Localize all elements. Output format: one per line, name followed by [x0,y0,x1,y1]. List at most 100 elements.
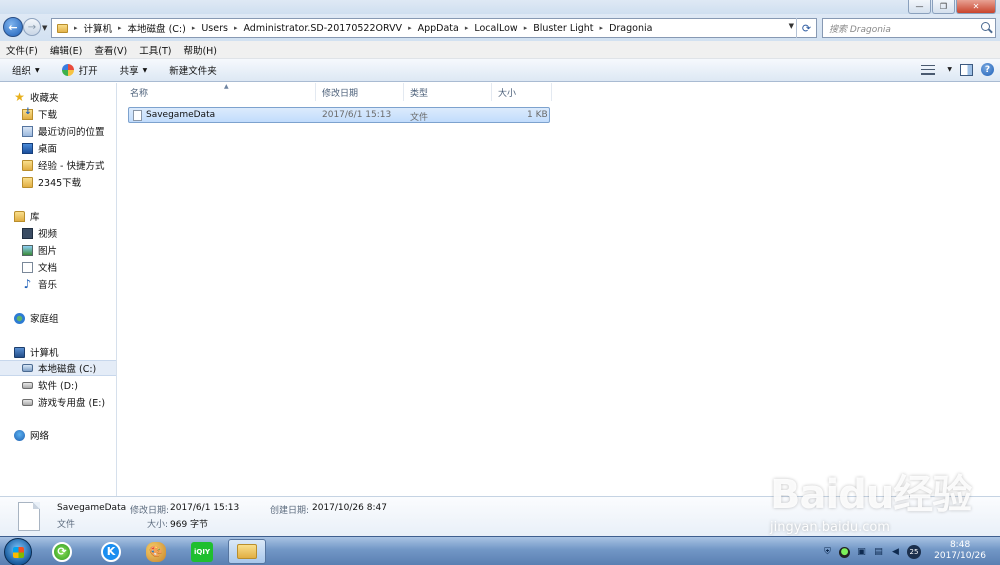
breadcrumb-separator[interactable]: ▸ [600,24,604,32]
breadcrumb-separator[interactable]: ▸ [118,24,122,32]
file-list: 名称 ▲ 修改日期 类型 大小 SavegameData 2017/6/1 15… [118,83,1000,496]
file-icon [18,502,40,531]
network-tray-icon[interactable]: ▣ [856,547,867,558]
menu-help[interactable]: 帮助(H) [177,43,223,57]
details-modified-value: 2017/6/1 15:13 [170,503,240,513]
nav-libraries[interactable]: 库 [14,208,130,224]
file-name: SavegameData [146,110,216,120]
address-bar[interactable]: ▸ 计算机 ▸ 本地磁盘 (C:) ▸ Users ▸ Administrato… [51,18,817,38]
taskbar: ⟳ K 🎨 iQIY ⛨ ● ▣ ▤ ◀ 25 8:48 2017/10/26 [0,536,1000,565]
nav-network[interactable]: 网络 [14,427,130,443]
tray-badge-icon[interactable]: 25 [907,545,921,559]
taskbar-app-paint[interactable]: 🎨 [142,539,170,564]
breadcrumb-appdata[interactable]: AppData [418,23,459,34]
clock[interactable]: 8:48 2017/10/26 [934,540,986,562]
column-header-type[interactable]: 类型 [404,83,492,101]
nav-recent-label: 最近访问的位置 [38,127,105,138]
iqiyi-app-icon: iQIY [191,541,213,562]
nav-computer[interactable]: 计算机 [14,344,130,360]
back-button[interactable]: ← [3,17,23,37]
nav-homegroup[interactable]: 家庭组 [14,310,130,326]
maximize-button[interactable]: ❐ [932,0,955,14]
menu-view[interactable]: 查看(V) [88,43,133,57]
breadcrumb-drive-c[interactable]: 本地磁盘 (C:) [128,21,186,35]
file-modified: 2017/6/1 15:13 [322,110,392,120]
volume-icon[interactable]: ◀ [890,547,901,558]
nav-drive-d-label: 软件 (D:) [38,381,78,392]
open-button[interactable]: 打开 [50,59,108,81]
nav-exp-shortcut-label: 经验 - 快捷方式 [38,161,105,172]
clock-time: 8:48 [949,540,971,550]
menu-tools[interactable]: 工具(T) [133,43,177,57]
shield-icon[interactable]: ⛨ [822,547,833,558]
chevron-down-icon: ▼ [35,66,40,74]
clock-date: 2017/10/26 [934,551,986,561]
k-app-icon: K [101,541,121,562]
details-modified-label: 修改日期: [130,506,170,516]
nav-network-label: 网络 [30,431,50,442]
breadcrumb-root-arrow[interactable]: ▸ [74,24,78,32]
refresh-app-icon: ⟳ [52,541,72,562]
column-header-size[interactable]: 大小 [492,83,552,101]
breadcrumb-bluster-light[interactable]: Bluster Light [533,23,593,34]
column-header-name[interactable]: 名称 ▲ [124,83,316,101]
explorer-folder-icon [237,544,257,559]
share-button[interactable]: 共享 ▼ [108,59,158,81]
share-label: 共享 [119,66,139,77]
menu-file[interactable]: 文件(F) [0,43,44,57]
file-icon [133,110,142,121]
breadcrumb-separator[interactable]: ▸ [192,24,196,32]
close-button[interactable]: ✕ [956,0,996,14]
new-folder-button[interactable]: 新建文件夹 [157,59,227,81]
menu-edit[interactable]: 编辑(E) [44,43,88,57]
display-icon[interactable]: ▤ [873,547,884,558]
breadcrumb-separator[interactable]: ▸ [408,24,412,32]
breadcrumb-locallow[interactable]: LocalLow [474,23,517,34]
library-icon [14,210,25,222]
minimize-button[interactable]: — [908,0,931,14]
nav-favorites-label: 收藏夹 [30,93,59,104]
taskbar-app-360[interactable]: ⟳ [48,539,76,564]
recent-pages-dropdown[interactable]: ▼ [42,24,47,32]
hard-drive-icon [22,398,33,406]
breadcrumb-dragonia[interactable]: Dragonia [609,23,652,34]
nav-videos-label: 视频 [38,229,58,240]
folder-icon [22,159,33,171]
search-placeholder: 搜索 Dragonia [829,24,891,35]
nav-favorites[interactable]: ★ 收藏夹 [14,89,130,105]
taskbar-app-iqiyi[interactable]: iQIY [188,539,216,564]
help-icon[interactable]: ? [981,63,994,76]
taskbar-app-explorer[interactable] [228,539,266,564]
view-options-icon[interactable] [921,64,936,76]
taskbar-app-k[interactable]: K [97,539,125,564]
breadcrumb-separator[interactable]: ▸ [524,24,528,32]
organize-button[interactable]: 组织 ▼ [0,59,50,81]
navigation-pane: ★ 收藏夹 下载 最近访问的位置 桌面 经验 - 快捷方式 2345下载 库 视… [0,83,117,496]
search-icon[interactable] [981,22,990,31]
view-options-dropdown[interactable]: ▼ [947,66,952,73]
column-header-modified[interactable]: 修改日期 [316,83,404,101]
start-button[interactable] [4,538,32,565]
breadcrumb-user[interactable]: Administrator.SD-20170522ORVV [243,23,402,34]
address-row: ← → ▼ ▸ 计算机 ▸ 本地磁盘 (C:) ▸ Users ▸ Admini… [0,14,1000,41]
chevron-down-icon: ▼ [142,66,148,74]
system-tray: ⛨ ● ▣ ▤ ◀ 25 [822,545,921,559]
documents-library-icon [22,261,33,273]
breadcrumb-separator[interactable]: ▸ [234,24,238,32]
security-icon[interactable]: ● [839,546,850,558]
search-input[interactable]: 搜索 Dragonia [822,18,996,38]
details-created-value: 2017/10/26 8:47 [312,503,387,513]
breadcrumb-computer[interactable]: 计算机 [84,21,113,35]
breadcrumb-users[interactable]: Users [201,23,228,34]
forward-button[interactable]: → [23,18,41,36]
breadcrumb-separator[interactable]: ▸ [465,24,469,32]
nav-drive-e-label: 游戏专用盘 (E:) [38,398,106,409]
computer-icon [14,346,25,358]
file-row-selected[interactable]: SavegameData 2017/6/1 15:13 文件 1 KB [128,107,550,123]
address-history-dropdown[interactable]: ▼ [789,22,794,30]
nav-drive-c[interactable]: 本地磁盘 (C:) [0,360,116,376]
refresh-icon[interactable]: ⟳ [796,18,816,38]
preview-pane-icon[interactable] [960,63,973,76]
recent-places-icon [22,125,33,137]
star-icon: ★ [14,89,25,104]
